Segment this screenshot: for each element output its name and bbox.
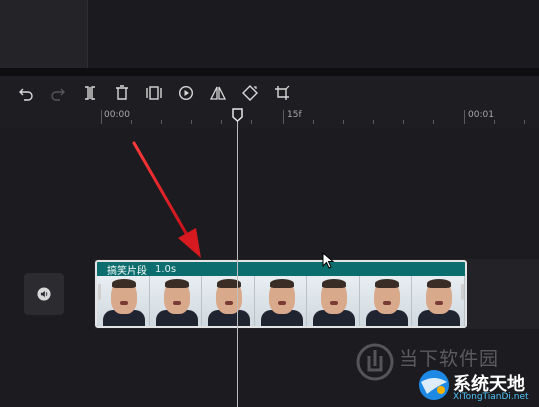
- watermark-site-text: 当下软件园: [399, 348, 500, 370]
- ruler-label-mid: 15f: [287, 110, 302, 120]
- playback-icon: [178, 85, 194, 101]
- clip-thumbnail: [97, 276, 150, 326]
- ruler-tick: [464, 110, 465, 124]
- clip-thumbnail: [202, 276, 255, 326]
- ruler-tick: [251, 120, 252, 124]
- clip-trim-handle-left[interactable]: [98, 284, 101, 300]
- ruler-label-end: 00:01: [468, 110, 494, 120]
- clip-thumbnail: [359, 276, 413, 326]
- ruler-tick: [191, 120, 192, 124]
- ruler-tick: [373, 120, 374, 124]
- split-button[interactable]: [80, 83, 100, 103]
- ruler-tick: [494, 120, 495, 124]
- panel-divider[interactable]: [0, 68, 539, 76]
- video-clip[interactable]: 搞笑片段 1.0s: [95, 260, 467, 328]
- freeze-frame-button[interactable]: [144, 83, 164, 103]
- clip-duration: 1.0s: [155, 263, 177, 275]
- clip-title: 搞笑片段: [107, 265, 147, 277]
- clip-trim-handle-right[interactable]: [461, 284, 464, 300]
- watermark-url: XiTongTianDi.net: [453, 392, 529, 402]
- clip-thumbnail: [149, 276, 203, 326]
- mirror-icon: [210, 86, 226, 100]
- watermark: 当下软件园 系统天地 XiTongTianDi.net: [355, 340, 539, 407]
- ruler-tick: [433, 120, 434, 124]
- timeline-toolbar: [0, 76, 539, 108]
- ruler-tick: [313, 120, 314, 124]
- split-icon: [85, 86, 95, 100]
- ruler-tick: [221, 120, 222, 124]
- timeline-ruler[interactable]: 00:00 15f 00:01: [0, 108, 539, 128]
- undo-button[interactable]: [16, 83, 36, 103]
- ruler-tick: [101, 110, 102, 124]
- track-audio-toggle[interactable]: [24, 273, 64, 315]
- ruler-tick: [131, 120, 132, 124]
- redo-button[interactable]: [48, 83, 68, 103]
- ruler-tick: [283, 110, 284, 124]
- delete-icon: [116, 85, 128, 100]
- undo-icon: [19, 88, 33, 101]
- mouse-cursor-icon: [322, 252, 335, 269]
- preview-panel: [0, 0, 539, 68]
- speaker-icon: [37, 287, 51, 301]
- playback-button[interactable]: [176, 83, 196, 103]
- clip-header: 搞笑片段 1.0s: [97, 262, 465, 277]
- playhead-line[interactable]: [237, 118, 238, 407]
- crop-button[interactable]: [272, 83, 292, 103]
- ruler-tick: [524, 120, 525, 124]
- delete-button[interactable]: [112, 83, 132, 103]
- freeze-frame-icon: [146, 86, 162, 100]
- media-panel: [0, 0, 88, 68]
- clip-thumbnails: [97, 276, 465, 326]
- redo-icon: [51, 88, 65, 101]
- mirror-button[interactable]: [208, 83, 228, 103]
- rotate-icon: [242, 85, 258, 101]
- clip-thumbnail: [412, 276, 465, 326]
- crop-icon: [275, 85, 290, 100]
- clip-thumbnail: [254, 276, 308, 326]
- ruler-tick: [403, 120, 404, 124]
- watermark-logo-icon: [356, 343, 394, 381]
- globe-logo-icon: [419, 370, 449, 400]
- ruler-tick: [343, 120, 344, 124]
- rotate-button[interactable]: [240, 83, 260, 103]
- playhead-handle[interactable]: [232, 108, 243, 122]
- ruler-label-start: 00:00: [104, 110, 130, 120]
- clip-thumbnail: [307, 276, 360, 326]
- ruler-tick: [161, 120, 162, 124]
